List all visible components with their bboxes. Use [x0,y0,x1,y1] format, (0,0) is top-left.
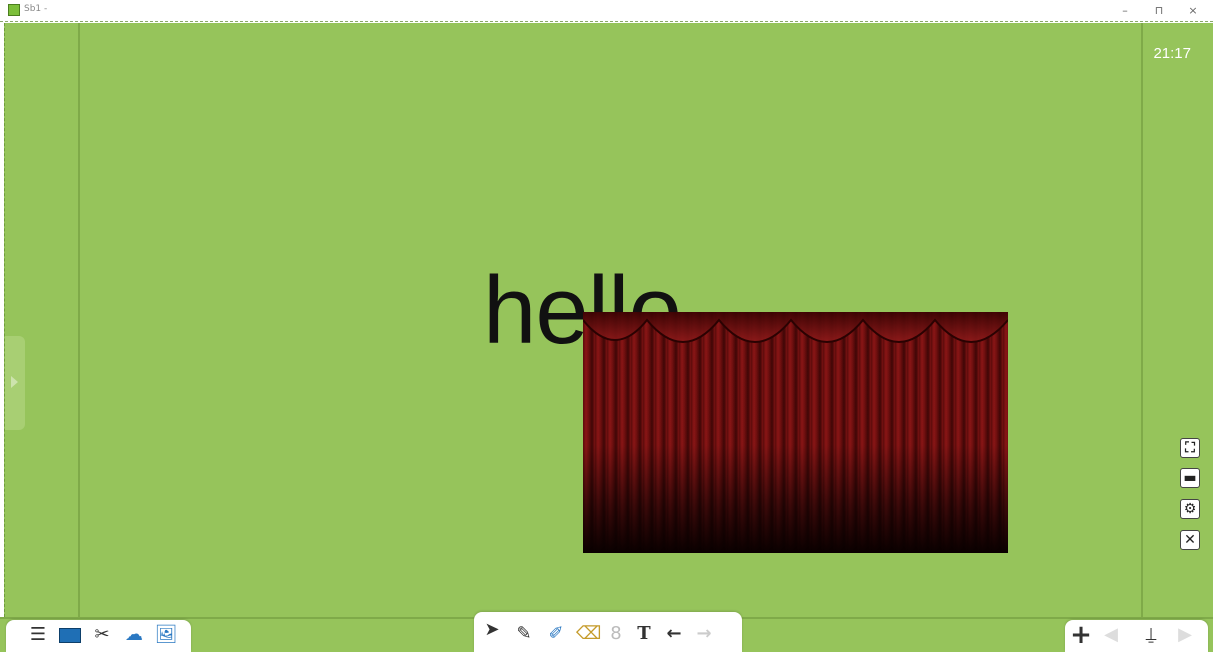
title-bar: Sb1 - – ⊓ × [0,0,1213,22]
lasso-tool-button[interactable]: 8 [604,622,628,646]
window-title: Sb1 - [24,4,48,14]
minimize-button[interactable]: – [1114,2,1136,20]
settings-button[interactable]: ⚙ [1180,499,1200,519]
prev-page-button[interactable]: ◀ [1099,623,1123,647]
page-toolbar: + ◀ ⍊ ▶ [1065,620,1208,652]
expand-arrow-icon [11,376,18,388]
fullscreen-button[interactable]: ⛶ [1180,438,1200,458]
close-tool-button[interactable]: ✕ [1180,530,1200,550]
monitor-icon [59,627,81,643]
center-toolbar: ➤ ✎ ✐ ⌫ 8 T ← → [474,612,742,652]
text-tool-button[interactable]: T [632,622,656,646]
redo-button[interactable]: → [692,622,716,646]
screen-button[interactable]: ▬ [1180,468,1200,488]
page-list-button[interactable]: ⍊ [1139,623,1163,647]
monitor-button[interactable] [58,623,82,647]
next-page-button[interactable]: ▶ [1173,623,1197,647]
curtain-image[interactable] [583,312,1008,553]
right-margin-line [1141,23,1143,617]
whiteboard-canvas[interactable]: 21:17 hello ⛶ ▬ ⚙ ✕ [4,23,1213,617]
close-window-button[interactable]: × [1182,2,1204,20]
highlighter-tool-button[interactable]: ✐ [544,622,568,646]
pen-tool-button[interactable]: ✎ [512,622,536,646]
app-logo-icon [8,4,20,16]
clock: 21:17 [1153,45,1191,62]
cloud-button[interactable]: ☁ [122,623,146,647]
image-button[interactable]: 🖼 [154,623,178,647]
curtain-drape-icon [583,312,1008,343]
undo-button[interactable]: ← [662,622,686,646]
left-toolbar: ☰ ✂ ☁ 🖼 [6,620,191,652]
add-page-button[interactable]: + [1069,622,1093,648]
side-panel-handle[interactable] [5,336,25,430]
menu-button[interactable]: ☰ [26,623,50,647]
select-tool-button[interactable]: ➤ [480,618,504,642]
eraser-tool-button[interactable]: ⌫ [576,622,601,646]
left-margin-line [78,23,80,617]
tools-button[interactable]: ✂ [90,623,114,647]
restore-button[interactable]: ⊓ [1148,2,1170,20]
